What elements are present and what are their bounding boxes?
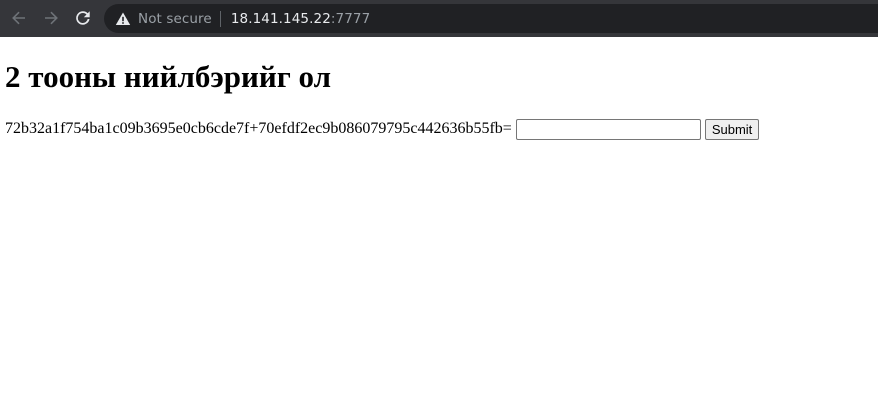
- arrow-left-icon: [12, 11, 25, 25]
- page-heading: 2 тооны нийлбэрийг ол: [5, 59, 332, 94]
- omnibox-divider: [219, 10, 221, 27]
- browser-toolbar: Not secure 18.141.145.22:7777: [0, 0, 878, 37]
- url-text[interactable]: 18.141.145.22:7777: [231, 11, 370, 27]
- url-port: :7777: [330, 10, 371, 27]
- forward-button[interactable]: [40, 7, 62, 29]
- submit-button[interactable]: Submit: [704, 118, 760, 140]
- answer-input[interactable]: [515, 118, 701, 140]
- reload-icon: [76, 11, 90, 25]
- sum-form: 72b32a1f754ba1c09b3695e0cb6cde7f+70efdf2…: [5, 118, 760, 140]
- arrow-right-icon: [45, 11, 58, 25]
- reload-button[interactable]: [72, 7, 94, 29]
- warning-triangle-icon: [114, 10, 132, 28]
- url-host: 18.141.145.22: [230, 10, 331, 27]
- page-content: 2 тооны нийлбэрийг ол 72b32a1f754ba1c09b…: [0, 37, 878, 407]
- back-button[interactable]: [8, 7, 30, 29]
- security-label: Not secure: [138, 10, 212, 27]
- security-indicator[interactable]: Not secure: [114, 4, 212, 33]
- address-bar[interactable]: Not secure 18.141.145.22:7777: [104, 4, 878, 33]
- equation-label: 72b32a1f754ba1c09b3695e0cb6cde7f+70efdf2…: [5, 120, 512, 137]
